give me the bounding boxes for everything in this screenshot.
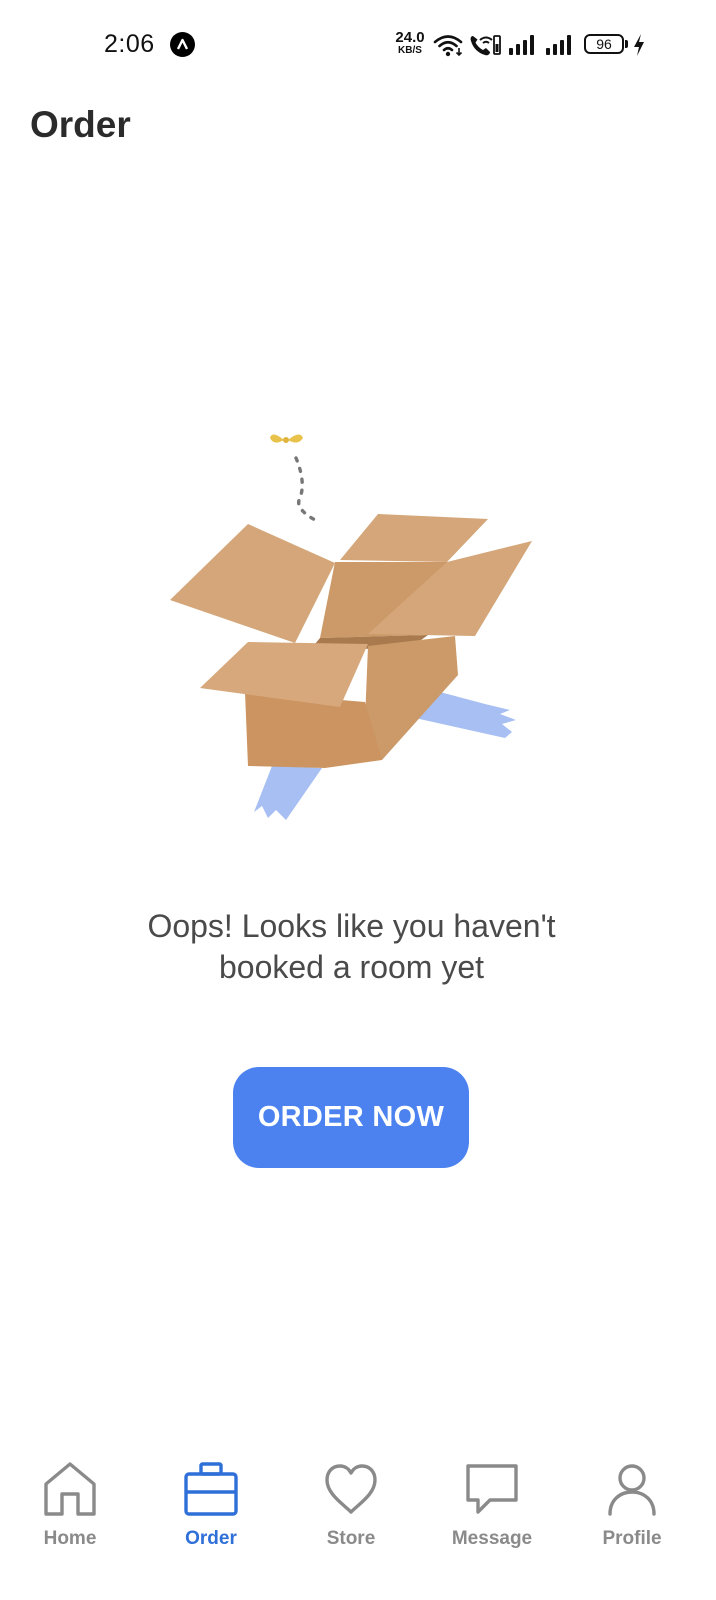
nav-item-message[interactable]: Message xyxy=(432,1460,552,1570)
empty-state-message-line1: Oops! Looks like you haven't xyxy=(147,908,556,944)
battery-cap xyxy=(625,40,628,48)
nav-item-home[interactable]: Home xyxy=(10,1460,130,1570)
bottom-navigation: Home Order Store Message Profile xyxy=(0,1440,716,1600)
nav-label-message: Message xyxy=(451,1528,533,1549)
nav-label-store: Store xyxy=(326,1528,376,1549)
nav-item-order[interactable]: Order xyxy=(151,1460,271,1570)
battery-level: 96 xyxy=(596,36,612,52)
open-box-illustration xyxy=(170,434,532,820)
signal-icon xyxy=(546,35,571,55)
status-bar: 2:06 24.0 KB/S 96 xyxy=(0,0,716,90)
battery-icon: 96 xyxy=(584,34,624,54)
chat-icon xyxy=(466,1464,518,1514)
briefcase-icon xyxy=(184,1462,238,1516)
network-speed-unit: KB/S xyxy=(398,45,422,56)
nav-label-home: Home xyxy=(43,1528,97,1549)
signal-icon xyxy=(509,35,534,55)
nav-item-store[interactable]: Store xyxy=(291,1460,411,1570)
heart-icon xyxy=(325,1464,377,1514)
nav-label-order: Order xyxy=(185,1528,237,1549)
wifi-icon xyxy=(433,35,463,57)
page-title: Order xyxy=(30,104,131,145)
nav-label-profile: Profile xyxy=(602,1528,662,1549)
status-time: 2:06 xyxy=(104,30,155,58)
empty-state-message-line2: booked a room yet xyxy=(218,949,485,985)
network-speed-value: 24.0 xyxy=(395,29,425,46)
network-speed: 24.0 KB/S xyxy=(393,30,427,56)
wifi-calling-icon xyxy=(470,35,501,56)
order-now-button[interactable]: ORDER NOW xyxy=(233,1067,469,1168)
home-icon xyxy=(44,1462,96,1516)
bow-icon xyxy=(270,434,303,443)
charging-icon xyxy=(634,34,644,56)
user-icon xyxy=(608,1464,656,1516)
app-notification-icon xyxy=(170,32,195,57)
empty-state-message: Oops! Looks like you haven't booked a ro… xyxy=(100,906,603,988)
nav-item-profile[interactable]: Profile xyxy=(572,1460,692,1570)
